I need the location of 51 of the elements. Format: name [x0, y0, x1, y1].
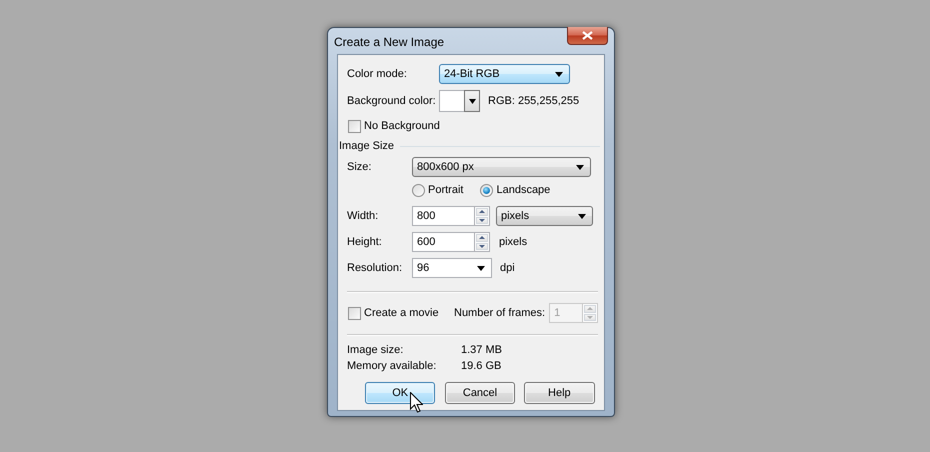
group-title: Image Size [339, 140, 394, 152]
width-field[interactable]: 800 [412, 206, 474, 226]
caret-icon [555, 72, 563, 76]
window-title: Create a New Image [334, 35, 444, 49]
info-value: 1.37 MB [461, 344, 502, 356]
info-value: 19.6 GB [461, 360, 502, 372]
size-dropdown[interactable]: 800x600 px [412, 157, 591, 177]
dropdown-button[interactable] [464, 90, 480, 112]
unit-label: dpi [500, 262, 515, 274]
unit-dropdown[interactable]: pixels [496, 206, 593, 226]
checkbox[interactable] [348, 306, 361, 320]
spinner-button[interactable] [474, 206, 490, 226]
checkbox-label: No Background [364, 120, 440, 132]
close-button[interactable] [567, 27, 608, 45]
color-swatch[interactable] [439, 90, 464, 112]
unit-label: pixels [499, 236, 528, 248]
checkbox-label: Create a movie [364, 307, 439, 319]
checkbox[interactable] [348, 120, 361, 132]
field-label: Background color: [347, 95, 437, 107]
down-arrow-icon [479, 218, 485, 222]
color-mode-dropdown[interactable]: 24-Bit RGB [439, 64, 570, 84]
up-arrow-icon [479, 236, 485, 240]
resolution-dropdown[interactable]: 96 [412, 258, 492, 278]
caret-icon [468, 98, 476, 104]
field-label: Color mode: [347, 68, 408, 80]
spinner-button[interactable] [474, 232, 490, 252]
cursor-icon [410, 392, 423, 413]
radio-button[interactable] [480, 184, 494, 196]
rgb-value: RGB: 255,255,255 [488, 95, 580, 107]
info-label: Image size: [347, 344, 404, 356]
field-label: Height: [347, 236, 383, 248]
field-label: Number of frames: [454, 307, 546, 319]
up-arrow-icon [587, 307, 594, 310]
radio-label: Portrait [428, 184, 464, 196]
field-label: Size: [347, 161, 372, 173]
dialog-button[interactable]: Cancel [445, 382, 515, 404]
up-arrow-icon [479, 210, 485, 214]
down-arrow-icon [479, 244, 485, 248]
radio-button[interactable] [412, 184, 425, 196]
down-arrow-icon [587, 316, 594, 319]
dialog-button[interactable]: Help [524, 382, 595, 404]
caret-icon [578, 214, 586, 218]
height-field[interactable]: 600 [412, 232, 474, 252]
caret-icon [477, 266, 485, 270]
field-label: Width: [347, 210, 380, 222]
dialog-button[interactable]: OK [365, 382, 436, 404]
close-icon [582, 31, 593, 40]
caret-icon [576, 164, 584, 170]
field-label: Resolution: [347, 262, 404, 274]
info-label: Memory available: [347, 360, 438, 372]
radio-label: Landscape [496, 184, 550, 196]
